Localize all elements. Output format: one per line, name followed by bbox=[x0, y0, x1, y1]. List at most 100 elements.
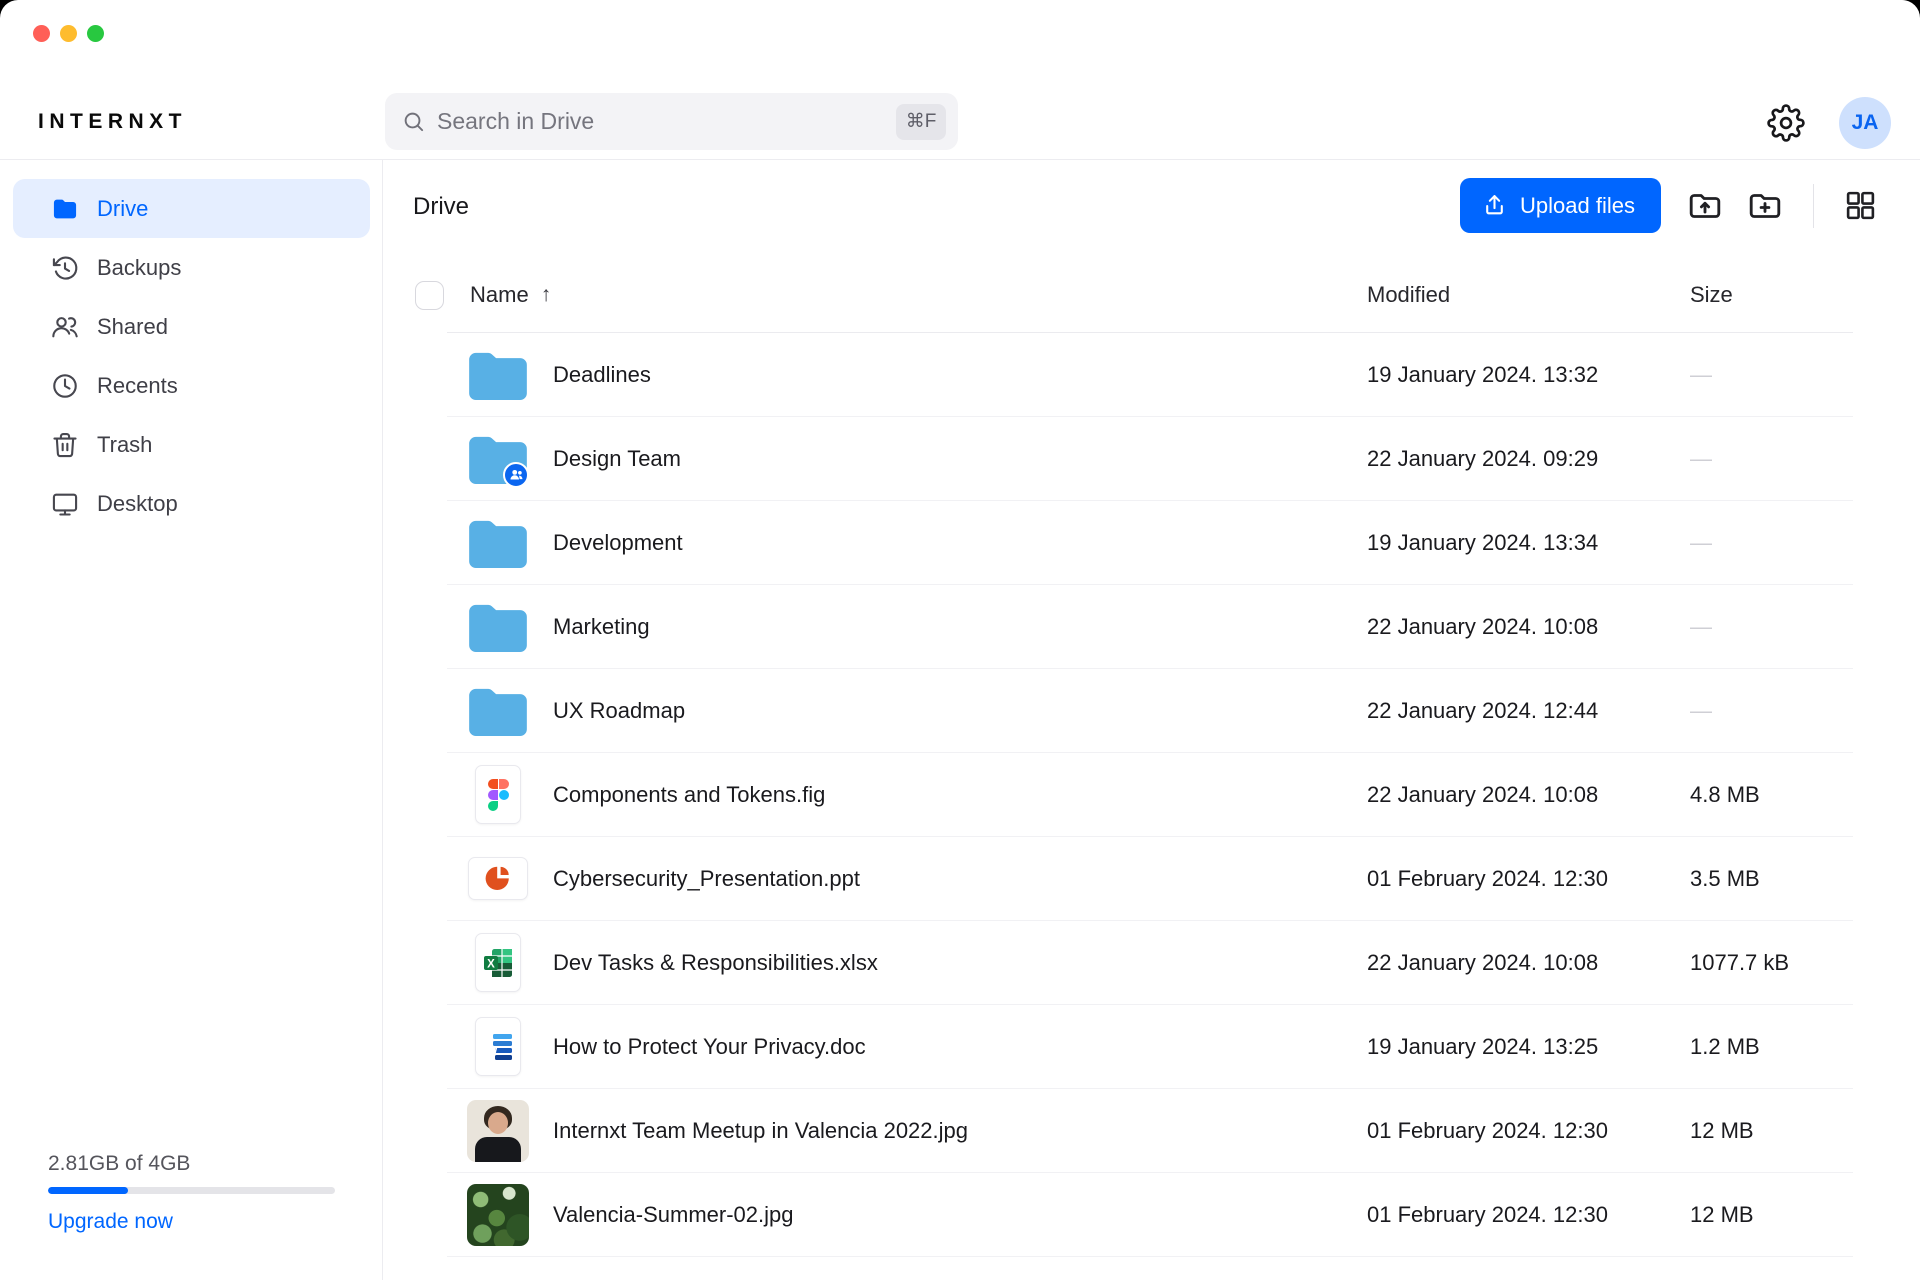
table-row[interactable]: Valencia-Summer-02.jpg 01 February 2024.… bbox=[447, 1173, 1853, 1257]
file-name: Design Team bbox=[553, 446, 681, 472]
table-row[interactable]: Deadlines 19 January 2024. 13:32 — bbox=[447, 333, 1853, 417]
settings-button[interactable] bbox=[1767, 104, 1805, 142]
size-value: 4.8 MB bbox=[1690, 782, 1853, 808]
grid-view-button[interactable] bbox=[1841, 187, 1879, 225]
folder-icon bbox=[467, 512, 529, 574]
word-file-icon bbox=[467, 1016, 529, 1078]
zoom-window-button[interactable] bbox=[87, 25, 104, 42]
window-controls bbox=[33, 25, 104, 42]
file-name: Development bbox=[553, 530, 683, 556]
modified-value: 22 January 2024. 10:08 bbox=[1367, 614, 1690, 640]
file-name: Internxt Team Meetup in Valencia 2022.jp… bbox=[553, 1118, 968, 1144]
size-value: — bbox=[1690, 446, 1853, 472]
search-icon bbox=[402, 110, 425, 133]
sidebar-item-label: Backups bbox=[97, 255, 181, 281]
modified-value: 22 January 2024. 09:29 bbox=[1367, 446, 1690, 472]
storage-progress-bar bbox=[48, 1187, 335, 1194]
folder-icon bbox=[467, 680, 529, 742]
people-icon bbox=[50, 312, 80, 342]
modified-value: 19 January 2024. 13:34 bbox=[1367, 530, 1690, 556]
internxt-logo: INTERNXT bbox=[38, 110, 187, 134]
size-value: — bbox=[1690, 530, 1853, 556]
shared-folder-icon bbox=[467, 428, 529, 490]
sidebar-item-label: Drive bbox=[97, 196, 148, 222]
sidebar-item-label: Recents bbox=[97, 373, 178, 399]
folder-plus-icon bbox=[1747, 188, 1783, 224]
search-shortcut-badge: ⌘F bbox=[896, 104, 946, 140]
powerpoint-file-icon bbox=[467, 848, 529, 910]
column-header-size[interactable]: Size bbox=[1690, 282, 1853, 308]
upgrade-now-link[interactable]: Upgrade now bbox=[48, 1210, 173, 1234]
page-title: Drive bbox=[413, 193, 469, 221]
sidebar-item-trash[interactable]: Trash bbox=[13, 415, 370, 474]
image-thumbnail bbox=[467, 1184, 529, 1246]
table-row[interactable]: Marketing 22 January 2024. 10:08 — bbox=[447, 585, 1853, 669]
sidebar-item-drive[interactable]: Drive bbox=[13, 179, 370, 238]
upload-icon bbox=[1482, 193, 1507, 218]
folder-icon bbox=[467, 596, 529, 658]
sidebar-item-label: Shared bbox=[97, 314, 168, 340]
folder-icon bbox=[467, 344, 529, 406]
file-name: UX Roadmap bbox=[553, 698, 685, 724]
modified-value: 19 January 2024. 13:25 bbox=[1367, 1034, 1690, 1060]
table-row[interactable]: Design Team 22 January 2024. 09:29 — bbox=[447, 417, 1853, 501]
table-row[interactable]: Dev Tasks & Responsibilities.xlsx 22 Jan… bbox=[447, 921, 1853, 1005]
minimize-window-button[interactable] bbox=[60, 25, 77, 42]
toolbar-divider bbox=[1813, 184, 1814, 228]
search-placeholder: Search in Drive bbox=[437, 108, 896, 135]
modified-value: 19 January 2024. 13:32 bbox=[1367, 362, 1690, 388]
main-panel: Drive Upload files bbox=[383, 160, 1920, 1280]
table-row[interactable]: Components and Tokens.fig 22 January 202… bbox=[447, 753, 1853, 837]
sort-ascending-icon: ↑ bbox=[541, 283, 552, 307]
size-value: — bbox=[1690, 698, 1853, 724]
shared-badge-icon bbox=[503, 462, 529, 488]
modified-value: 01 February 2024. 12:30 bbox=[1367, 1202, 1690, 1228]
sidebar-item-shared[interactable]: Shared bbox=[13, 297, 370, 356]
clock-icon bbox=[50, 371, 80, 401]
desktop-icon bbox=[50, 489, 80, 519]
select-all-checkbox[interactable] bbox=[415, 281, 444, 310]
grid-view-icon bbox=[1844, 189, 1877, 222]
toolbar: Upload files bbox=[1460, 178, 1879, 233]
file-name: Dev Tasks & Responsibilities.xlsx bbox=[553, 950, 878, 976]
avatar[interactable]: JA bbox=[1839, 97, 1891, 149]
table-row[interactable]: Development 19 January 2024. 13:34 — bbox=[447, 501, 1853, 585]
table-header: Name ↑ Modified Size bbox=[447, 258, 1853, 333]
sidebar-item-label: Desktop bbox=[97, 491, 178, 517]
table-row[interactable]: UX Roadmap 22 January 2024. 12:44 — bbox=[447, 669, 1853, 753]
size-value: 1077.7 kB bbox=[1690, 950, 1853, 976]
modified-value: 22 January 2024. 10:08 bbox=[1367, 782, 1690, 808]
sidebar-item-backups[interactable]: Backups bbox=[13, 238, 370, 297]
image-thumbnail bbox=[467, 1100, 529, 1162]
upload-files-button[interactable]: Upload files bbox=[1460, 178, 1661, 233]
sidebar-item-recents[interactable]: Recents bbox=[13, 356, 370, 415]
top-bar: INTERNXT Search in Drive ⌘F JA bbox=[0, 0, 1920, 160]
sidebar-item-desktop[interactable]: Desktop bbox=[13, 474, 370, 533]
file-name: How to Protect Your Privacy.doc bbox=[553, 1034, 866, 1060]
modified-value: 22 January 2024. 10:08 bbox=[1367, 950, 1690, 976]
column-header-name[interactable]: Name ↑ bbox=[447, 282, 1367, 308]
size-value: 12 MB bbox=[1690, 1118, 1853, 1144]
table-row[interactable]: Internxt Team Meetup in Valencia 2022.jp… bbox=[447, 1089, 1853, 1173]
folder-icon bbox=[50, 194, 80, 224]
gear-icon bbox=[1767, 104, 1805, 142]
history-icon bbox=[50, 253, 80, 283]
search-input[interactable]: Search in Drive ⌘F bbox=[385, 93, 958, 150]
folder-upload-icon bbox=[1687, 188, 1723, 224]
size-value: — bbox=[1690, 614, 1853, 640]
column-header-modified[interactable]: Modified bbox=[1367, 282, 1690, 308]
upload-folder-button[interactable] bbox=[1686, 187, 1724, 225]
excel-file-icon bbox=[467, 932, 529, 994]
file-name: Valencia-Summer-02.jpg bbox=[553, 1202, 793, 1228]
size-value: 1.2 MB bbox=[1690, 1034, 1853, 1060]
new-folder-button[interactable] bbox=[1746, 187, 1784, 225]
storage-widget: 2.81GB of 4GB Upgrade now bbox=[48, 1152, 335, 1234]
file-name: Components and Tokens.fig bbox=[553, 782, 825, 808]
figma-file-icon bbox=[467, 764, 529, 826]
close-window-button[interactable] bbox=[33, 25, 50, 42]
trash-icon bbox=[50, 430, 80, 460]
modified-value: 22 January 2024. 12:44 bbox=[1367, 698, 1690, 724]
size-value: 12 MB bbox=[1690, 1202, 1853, 1228]
table-row[interactable]: Cybersecurity_Presentation.ppt 01 Februa… bbox=[447, 837, 1853, 921]
table-row[interactable]: How to Protect Your Privacy.doc 19 Janua… bbox=[447, 1005, 1853, 1089]
